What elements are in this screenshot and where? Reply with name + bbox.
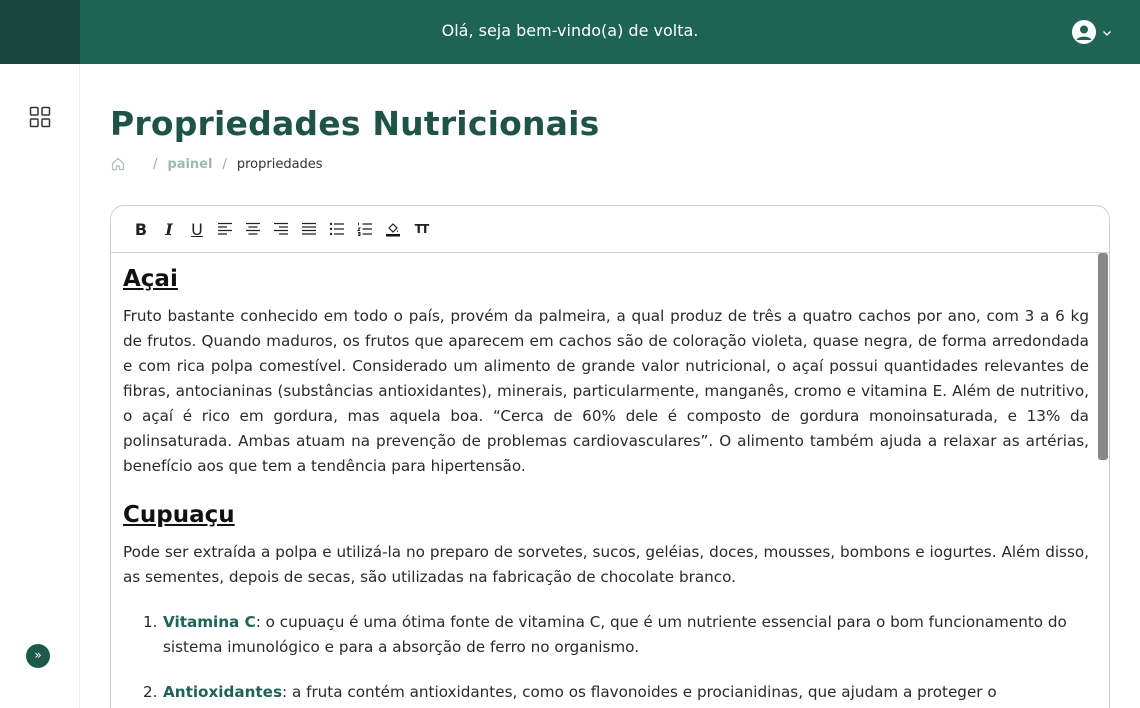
bold-button[interactable]: B xyxy=(131,219,151,239)
page-title: Propriedades Nutricionais xyxy=(110,104,600,143)
list-term: Antioxidantes xyxy=(163,683,283,701)
align-center-icon[interactable] xyxy=(243,219,263,239)
list-text: : a fruta contém antioxidantes, como os … xyxy=(282,683,997,701)
list-term: Vitamina C xyxy=(163,613,256,631)
list-number: 2. xyxy=(143,683,158,701)
top-bar: Olá, seja bem-vindo(a) de volta. xyxy=(0,0,1140,64)
list-number: 1. xyxy=(143,613,158,631)
editor-content[interactable]: Açai Fruto bastante conhecido em todo o … xyxy=(111,253,1109,708)
breadcrumb-separator: / xyxy=(222,156,227,172)
sidebar: » xyxy=(0,64,80,708)
numbered-list: 1. Vitamina C: o cupuaçu é uma ótima fon… xyxy=(123,610,1089,705)
list-text: : o cupuaçu é uma ótima fonte de vitamin… xyxy=(163,613,1067,656)
underline-button[interactable]: U xyxy=(187,219,207,239)
fill-color-icon[interactable] xyxy=(383,219,403,239)
breadcrumb-current: propriedades xyxy=(236,156,323,172)
rich-text-editor[interactable]: B I U TT Açai Fruto bastante conhecido e… xyxy=(110,205,1110,708)
list-item: 2. Antioxidantes: a fruta contém antioxi… xyxy=(143,680,1089,705)
list-item: 1. Vitamina C: o cupuaçu é uma ótima fon… xyxy=(143,610,1089,660)
numbered-list-icon[interactable] xyxy=(355,219,375,239)
breadcrumb-separator: / xyxy=(153,156,158,172)
dashboard-grid-icon[interactable] xyxy=(29,106,51,128)
align-left-icon[interactable] xyxy=(215,219,235,239)
align-right-icon[interactable] xyxy=(271,219,291,239)
chevron-down-icon xyxy=(1102,23,1112,42)
user-menu[interactable] xyxy=(1072,20,1112,44)
user-avatar-icon xyxy=(1072,20,1096,44)
home-icon[interactable] xyxy=(110,156,126,172)
align-justify-icon[interactable] xyxy=(299,219,319,239)
section-paragraph: Fruto bastante conhecido em todo o país,… xyxy=(123,307,1089,475)
expand-sidebar-button[interactable]: » xyxy=(26,644,50,668)
welcome-message: Olá, seja bem-vindo(a) de volta. xyxy=(441,21,699,40)
section-heading: Cupuaçu xyxy=(123,502,235,528)
section-paragraph: Pode ser extraída a polpa e utilizá-la n… xyxy=(123,543,1089,586)
editor-scrollbar[interactable] xyxy=(1098,253,1108,708)
section-heading: Açai xyxy=(123,266,178,292)
breadcrumb-painel-link[interactable]: painel xyxy=(167,157,212,172)
italic-button[interactable]: I xyxy=(159,219,179,239)
bullet-list-icon[interactable] xyxy=(327,219,347,239)
font-size-button[interactable]: TT xyxy=(411,219,431,239)
editor-toolbar: B I U TT xyxy=(111,206,1109,253)
scrollbar-thumb[interactable] xyxy=(1098,253,1108,460)
breadcrumb: / painel / propriedades xyxy=(110,156,323,172)
